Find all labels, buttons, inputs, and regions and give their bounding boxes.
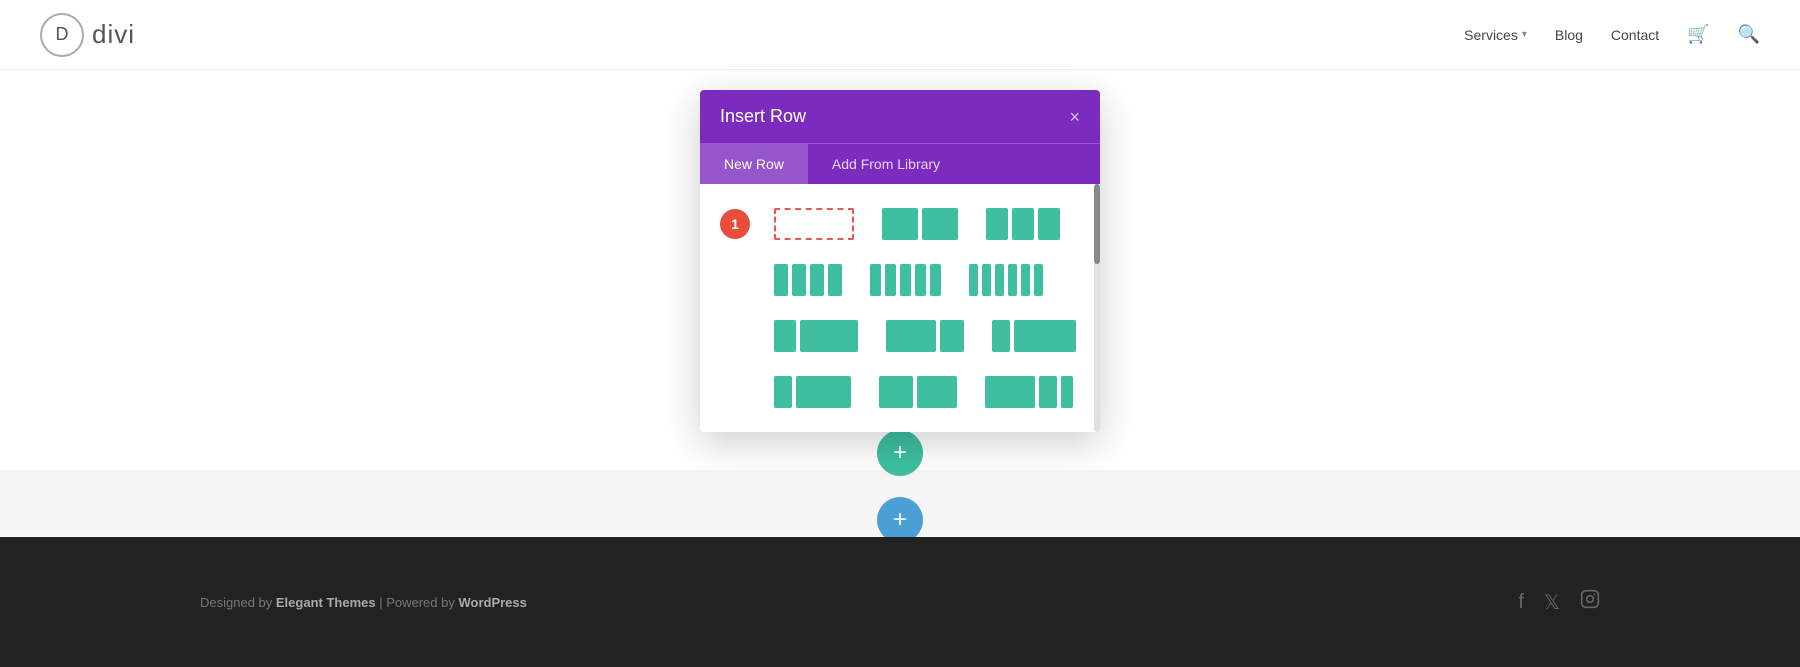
col-block: [870, 264, 881, 296]
main-nav: Services ▾ Blog Contact 🛒 🔍: [1464, 24, 1760, 45]
col-block: [992, 320, 1010, 352]
logo[interactable]: D divi: [40, 13, 135, 57]
col-block: [774, 264, 788, 296]
main-content: Insert Row × New Row Add From Library 1: [0, 70, 1800, 470]
col-block: [917, 376, 957, 408]
layout-5col-option[interactable]: [866, 260, 945, 300]
col-block: [982, 264, 991, 296]
modal-close-button[interactable]: ×: [1069, 108, 1080, 126]
col-block: [995, 264, 1004, 296]
col-block: [774, 376, 792, 408]
nav-item-blog[interactable]: Blog: [1555, 27, 1583, 43]
modal-tabs: New Row Add From Library: [700, 143, 1100, 184]
col-block: [940, 320, 964, 352]
layout-4col-option[interactable]: [770, 260, 846, 300]
chevron-down-icon: ▾: [1522, 29, 1527, 40]
tab-add-from-library[interactable]: Add From Library: [808, 144, 964, 184]
col-block: [1034, 264, 1043, 296]
col-block: [930, 264, 941, 296]
col-block: [885, 264, 896, 296]
col-block: [882, 208, 918, 240]
logo-circle: D: [40, 13, 84, 57]
nav-item-contact[interactable]: Contact: [1611, 27, 1659, 43]
col-block: [986, 208, 1008, 240]
layout-2col-option[interactable]: [878, 204, 962, 244]
col-block: [915, 264, 926, 296]
nav-contact-label: Contact: [1611, 27, 1659, 43]
layout-6col-option[interactable]: [965, 260, 1047, 300]
facebook-icon[interactable]: f: [1518, 591, 1524, 614]
col-block: [800, 320, 858, 352]
col-block: [774, 208, 854, 240]
instagram-icon[interactable]: [1580, 589, 1600, 615]
col-block: [792, 264, 806, 296]
layout-partial-1-option[interactable]: [875, 372, 961, 412]
modal-title: Insert Row: [720, 106, 806, 127]
col-block: [828, 264, 842, 296]
col-block: [969, 264, 978, 296]
footer-separator: | Powered by: [376, 595, 459, 610]
modal-container: Insert Row × New Row Add From Library 1: [700, 90, 1100, 432]
logo-text: divi: [92, 19, 135, 50]
col-block: [985, 376, 1035, 408]
col-block: [879, 376, 913, 408]
layout-row-2: [720, 260, 1068, 300]
layout-row-3: [720, 316, 1068, 356]
insert-row-modal: Insert Row × New Row Add From Library 1: [700, 90, 1100, 432]
footer-social-icons: f 𝕏: [1518, 589, 1600, 615]
col-block: [796, 376, 851, 408]
scrollbar-thumb[interactable]: [1094, 184, 1100, 264]
col-block: [810, 264, 824, 296]
site-header: D divi Services ▾ Blog Contact 🛒 🔍: [0, 0, 1800, 70]
footer-designed-by-prefix: Designed by: [200, 595, 276, 610]
modal-body: 1: [700, 184, 1100, 432]
col-block: [1012, 208, 1034, 240]
col-block: [1061, 376, 1073, 408]
layouts-grid: 1: [720, 204, 1080, 412]
col-block: [1039, 376, 1057, 408]
col-block: [1021, 264, 1030, 296]
cart-icon[interactable]: 🛒: [1687, 24, 1709, 45]
twitter-icon[interactable]: 𝕏: [1544, 590, 1560, 615]
layout-1-4-3-4-option[interactable]: [988, 316, 1080, 356]
nav-blog-label: Blog: [1555, 27, 1583, 43]
row-number-badge: 1: [720, 209, 750, 239]
footer-elegant-themes: Elegant Themes: [276, 595, 376, 610]
col-block: [1014, 320, 1076, 352]
col-block: [1038, 208, 1060, 240]
layout-1-3-2-3-option[interactable]: [770, 316, 862, 356]
nav-services-label: Services: [1464, 27, 1518, 43]
logo-letter: D: [56, 24, 69, 45]
layout-partial-2-option[interactable]: [981, 372, 1077, 412]
layout-row-4: [720, 372, 1068, 412]
footer-credits: Designed by Elegant Themes | Powered by …: [200, 595, 527, 610]
nav-item-services[interactable]: Services ▾: [1464, 27, 1527, 43]
layout-row-1: 1: [720, 204, 1068, 244]
col-block: [900, 264, 911, 296]
layout-small-wide-option[interactable]: [770, 372, 855, 412]
layout-3col-option[interactable]: [982, 204, 1064, 244]
site-footer: Designed by Elegant Themes | Powered by …: [0, 537, 1800, 667]
layout-2-3-1-3-option[interactable]: [882, 316, 968, 356]
col-block: [886, 320, 936, 352]
col-block: [774, 320, 796, 352]
search-icon[interactable]: 🔍: [1738, 24, 1760, 45]
footer-wordpress: WordPress: [458, 595, 526, 610]
col-block: [1008, 264, 1017, 296]
col-block: [922, 208, 958, 240]
tab-new-row[interactable]: New Row: [700, 144, 808, 184]
modal-header: Insert Row ×: [700, 90, 1100, 143]
add-row-button-teal[interactable]: +: [877, 430, 923, 476]
layout-1col-option[interactable]: [770, 204, 858, 244]
